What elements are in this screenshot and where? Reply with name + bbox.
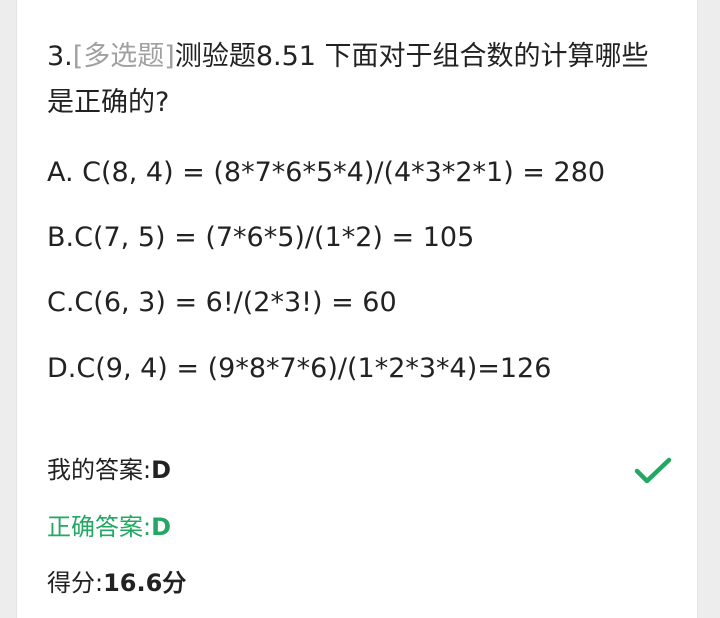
score-label: 得分: [47,569,104,597]
score-row: 得分:16.6分 [47,566,186,600]
my-answer-row: 我的答案:D [47,453,171,487]
option-c: C.C(6, 3) = 6!/(2*3!) = 60 [47,287,397,318]
correct-answer-value: D [151,513,172,541]
question-text-block: 3.[多选题]测验题8.51 下面对于组合数的计算哪些是正确的? [47,34,667,126]
option-a: A. C(8, 4) = (8*7*6*5*4)/(4*3*2*1) = 280 [47,157,606,188]
score-value: 16.6分 [103,569,187,597]
question-number: 3. [47,41,73,72]
question-type-tag: [多选题] [72,41,175,72]
my-answer-value: D [151,456,172,484]
option-d: D.C(9, 4) = (9*8*7*6)/(1*2*3*4)=126 [47,353,552,384]
option-b: B.C(7, 5) = (7*6*5)/(1*2) = 105 [47,222,475,253]
my-answer-label: 我的答案: [47,456,152,484]
correct-answer-label: 正确答案: [47,513,152,541]
correct-answer-row: 正确答案:D [47,510,171,544]
check-icon [634,457,672,484]
question-card: 3.[多选题]测验题8.51 下面对于组合数的计算哪些是正确的? A. C(8,… [16,0,698,618]
